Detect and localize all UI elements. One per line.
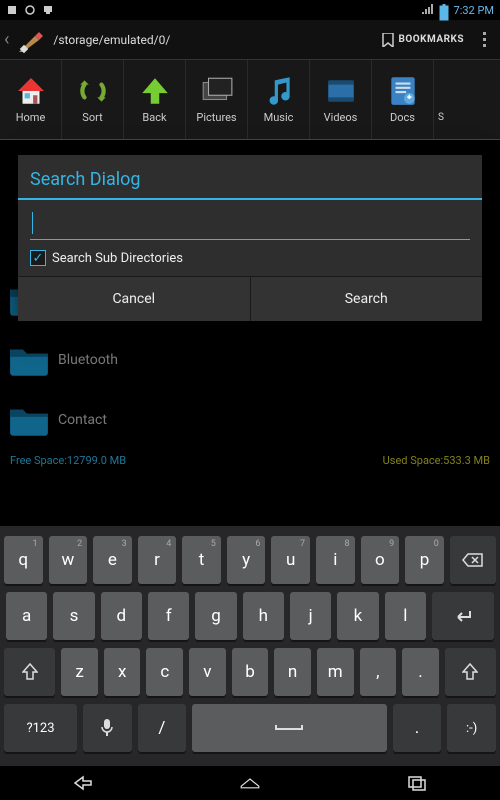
key-u[interactable]: u bbox=[271, 536, 310, 584]
key-b[interactable]: b bbox=[232, 648, 269, 696]
overflow-menu[interactable] bbox=[472, 32, 496, 47]
tool-home[interactable]: Home bbox=[0, 60, 62, 139]
key-j[interactable]: j bbox=[290, 592, 331, 640]
usb-debug-icon bbox=[6, 4, 18, 16]
key-g[interactable]: g bbox=[195, 592, 236, 640]
back-arrow-icon bbox=[138, 75, 172, 107]
signal-icon bbox=[422, 4, 434, 16]
cancel-button[interactable]: Cancel bbox=[18, 277, 251, 321]
key-n[interactable]: n bbox=[274, 648, 311, 696]
app-back-caret-icon[interactable]: ‹ bbox=[4, 29, 9, 50]
mic-icon bbox=[100, 718, 114, 738]
nav-home-icon[interactable] bbox=[238, 773, 262, 793]
tool-docs[interactable]: Docs bbox=[372, 60, 434, 139]
sd-icon bbox=[435, 76, 447, 108]
key-t[interactable]: t bbox=[182, 536, 221, 584]
key-v[interactable]: v bbox=[189, 648, 226, 696]
tool-pictures[interactable]: Pictures bbox=[186, 60, 248, 139]
space-icon bbox=[274, 723, 304, 733]
bookmark-icon bbox=[382, 33, 394, 47]
dialog-divider bbox=[18, 198, 482, 200]
key-z[interactable]: z bbox=[61, 648, 98, 696]
key-slash[interactable]: / bbox=[138, 704, 187, 752]
tool-sort[interactable]: Sort bbox=[62, 60, 124, 139]
bookmarks-button[interactable]: BOOKMARKS bbox=[382, 33, 464, 47]
navigation-bar bbox=[0, 766, 500, 800]
key-h[interactable]: h bbox=[243, 592, 284, 640]
key-o[interactable]: o bbox=[361, 536, 400, 584]
key-q[interactable]: q bbox=[4, 536, 43, 584]
key-k[interactable]: k bbox=[337, 592, 378, 640]
key-symbols[interactable]: ?123 bbox=[4, 704, 77, 752]
key-e[interactable]: e bbox=[93, 536, 132, 584]
key-i[interactable]: i bbox=[316, 536, 355, 584]
key-comma[interactable]: , bbox=[360, 648, 397, 696]
nav-back-icon[interactable] bbox=[71, 773, 95, 793]
tool-more[interactable]: S bbox=[434, 60, 448, 139]
subdirs-checkbox-row[interactable]: ✓ Search Sub Directories bbox=[30, 250, 470, 266]
key-s[interactable]: s bbox=[53, 592, 94, 640]
docs-icon bbox=[386, 75, 420, 107]
search-button[interactable]: Search bbox=[251, 277, 483, 321]
toolbar: Home Sort Back Pictures Music Videos D bbox=[0, 60, 500, 140]
tool-label: Pictures bbox=[196, 111, 236, 124]
key-x[interactable]: x bbox=[104, 648, 141, 696]
bookmarks-label: BOOKMARKS bbox=[398, 34, 464, 45]
key-period[interactable]: . bbox=[393, 704, 442, 752]
tool-back[interactable]: Back bbox=[124, 60, 186, 139]
tool-label: S bbox=[438, 112, 444, 123]
tool-label: Back bbox=[142, 111, 166, 124]
key-backspace[interactable] bbox=[450, 536, 496, 584]
action-bar: ‹ /storage/emulated/0/ BOOKMARKS bbox=[0, 20, 500, 60]
key-a[interactable]: a bbox=[6, 592, 47, 640]
key-emoji[interactable]: :-) bbox=[447, 704, 496, 752]
key-enter[interactable] bbox=[432, 592, 494, 640]
tool-label: Docs bbox=[390, 111, 415, 124]
key-shift-right[interactable] bbox=[445, 648, 496, 696]
dialog-title: Search Dialog bbox=[18, 155, 482, 196]
enter-icon bbox=[452, 609, 474, 623]
sort-icon bbox=[76, 75, 110, 107]
home-icon bbox=[14, 75, 48, 107]
keyboard: qwertyuiop asdfghjkl zxcvbnm,. ?123 / . … bbox=[0, 526, 500, 766]
key-period[interactable]: . bbox=[402, 648, 439, 696]
search-dialog: Search Dialog ✓ Search Sub Directories C… bbox=[18, 155, 482, 321]
status-bar: 7:32 PM bbox=[0, 0, 500, 20]
shift-icon bbox=[22, 663, 38, 681]
key-f[interactable]: f bbox=[148, 592, 189, 640]
key-mic[interactable] bbox=[83, 704, 132, 752]
battery-icon bbox=[438, 4, 450, 16]
tool-music[interactable]: Music bbox=[248, 60, 310, 139]
tool-label: Home bbox=[16, 111, 46, 124]
download-icon bbox=[42, 4, 54, 16]
key-l[interactable]: l bbox=[385, 592, 426, 640]
key-r[interactable]: r bbox=[138, 536, 177, 584]
tool-label: Sort bbox=[82, 111, 102, 124]
nav-recents-icon[interactable] bbox=[405, 773, 429, 793]
music-icon bbox=[262, 75, 296, 107]
videos-icon bbox=[324, 75, 358, 107]
tool-videos[interactable]: Videos bbox=[310, 60, 372, 139]
tool-label: Music bbox=[264, 111, 294, 124]
shift-icon bbox=[462, 663, 478, 681]
current-path: /storage/emulated/0/ bbox=[53, 33, 382, 47]
app-icon[interactable] bbox=[15, 24, 47, 56]
key-p[interactable]: p bbox=[405, 536, 444, 584]
status-time: 7:32 PM bbox=[454, 4, 494, 17]
checkbox-label: Search Sub Directories bbox=[52, 251, 183, 266]
text-cursor bbox=[32, 212, 33, 234]
key-shift-left[interactable] bbox=[4, 648, 55, 696]
key-c[interactable]: c bbox=[146, 648, 183, 696]
adb-icon bbox=[24, 4, 36, 16]
backspace-icon bbox=[462, 553, 484, 567]
key-w[interactable]: w bbox=[49, 536, 88, 584]
search-input[interactable] bbox=[30, 210, 470, 240]
key-d[interactable]: d bbox=[101, 592, 142, 640]
key-m[interactable]: m bbox=[317, 648, 354, 696]
key-y[interactable]: y bbox=[227, 536, 266, 584]
key-space[interactable] bbox=[192, 704, 387, 752]
pictures-icon bbox=[200, 75, 234, 107]
tool-label: Videos bbox=[324, 111, 358, 124]
checkbox-icon: ✓ bbox=[30, 250, 46, 266]
